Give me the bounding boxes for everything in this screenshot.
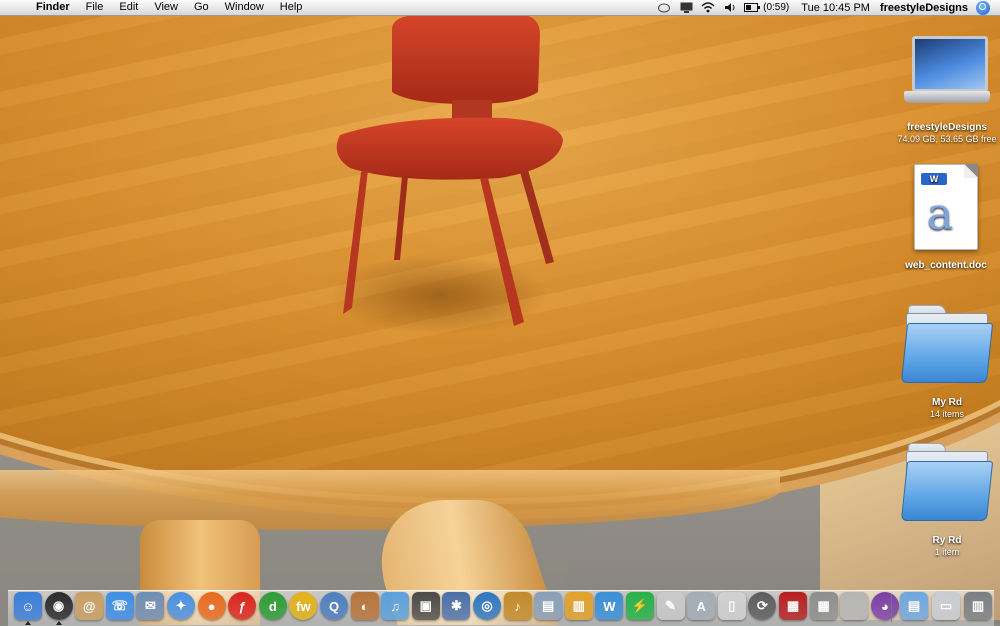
menu-app-name[interactable]: Finder	[28, 0, 78, 15]
running-indicator	[55, 621, 62, 625]
menu-window[interactable]: Window	[217, 0, 272, 15]
menu-bar: Finder File Edit View Go Window Help (0:…	[0, 0, 1000, 16]
hard-drive-icon	[904, 34, 990, 106]
textedit-icon[interactable]: ✎	[656, 592, 685, 620]
drive-name: freestyleDesigns	[906, 122, 988, 133]
idvd-icon[interactable]: ◎	[473, 592, 501, 620]
system-prefs-icon[interactable]	[840, 592, 869, 620]
iphoto-icon[interactable]: ▣	[411, 592, 440, 620]
dreamweaver-icon[interactable]: d	[258, 592, 287, 620]
menu-go[interactable]: Go	[186, 0, 217, 15]
volume-icon[interactable]	[722, 2, 738, 14]
menu-view[interactable]: View	[146, 0, 186, 15]
preview-icon[interactable]: ▤	[534, 592, 563, 620]
trash-icon[interactable]: ▥	[964, 592, 992, 620]
ipod-icon[interactable]: ▯	[717, 592, 746, 620]
menu-extras: (0:59) Tue 10:45 PM freestyleDesigns	[653, 0, 1000, 15]
downloads-stack-icon[interactable]: ▭	[932, 592, 960, 620]
imovie-icon[interactable]: ✱	[442, 592, 471, 620]
document-badge: W	[921, 173, 947, 185]
quicktime-icon[interactable]: Q	[320, 592, 348, 620]
photobooth-icon[interactable]: ▦	[779, 592, 807, 620]
menu-help[interactable]: Help	[272, 0, 311, 15]
menu-file[interactable]: File	[78, 0, 112, 15]
menu-clock[interactable]: Tue 10:45 PM	[801, 2, 870, 14]
word-document-icon: W a	[914, 164, 978, 250]
desktop-folder-item[interactable]: Ry Rd 1 item	[887, 441, 1000, 558]
folder-icon	[900, 303, 994, 383]
battery-time: (0:59)	[763, 2, 790, 13]
finder-icon[interactable]: ☺	[14, 592, 42, 620]
address-book-icon[interactable]: @	[75, 592, 104, 620]
calculator-icon[interactable]: ▦	[809, 592, 838, 620]
word-icon[interactable]: W	[595, 592, 624, 620]
running-indicator	[25, 621, 31, 625]
folder-info: 1 item	[934, 547, 960, 557]
ichat-icon[interactable]: ☏	[105, 592, 134, 620]
sync-icon[interactable]: ⟳	[748, 592, 777, 620]
fireworks-icon[interactable]: fw	[289, 592, 318, 620]
dock: ☺ ◉ @ ☏ ✉ ✦ ● ƒ d fw Q ◐ ♫ ▣ ✱ ◎ ♪ ▤ ▥ W ⚡ ✎ A ▯ ⟳ ▦ ▦ ◕ ▤ ▭ ▥	[8, 590, 994, 626]
utility-icon[interactable]: A	[687, 592, 716, 620]
folder-info: 14 items	[929, 409, 964, 419]
chat-icon[interactable]	[656, 2, 672, 14]
spotlight-search-icon[interactable]	[976, 0, 990, 15]
network-icon[interactable]: ⚡	[626, 592, 654, 620]
menu-edit[interactable]: Edit	[111, 0, 146, 15]
garageband-icon[interactable]: ♪	[503, 592, 532, 620]
desktop-wallpaper	[0, 0, 1000, 625]
scrobbler-icon[interactable]: ◕	[870, 592, 899, 620]
desktop-folder-item[interactable]: My Rd 14 items	[887, 303, 1000, 420]
itunes-icon[interactable]: ♫	[381, 592, 410, 620]
wallpaper-red-chair	[336, 15, 563, 326]
photo-icon[interactable]: ◐	[350, 592, 379, 620]
folder-name: Ry Rd	[932, 535, 962, 546]
fast-user-switch-name[interactable]: freestyleDesigns	[880, 2, 968, 14]
battery-icon[interactable]	[744, 2, 761, 14]
pages-icon[interactable]: ▥	[564, 592, 593, 620]
mail-icon[interactable]: ✉	[136, 592, 165, 620]
safari-icon[interactable]: ✦	[167, 592, 195, 620]
flash-icon[interactable]: ƒ	[228, 592, 257, 620]
folder-icon	[900, 441, 994, 521]
drive-info: 74.09 GB, 53.65 GB free	[897, 134, 997, 144]
document-glyph: a	[927, 189, 954, 240]
documents-folder-icon[interactable]: ▤	[900, 592, 928, 620]
wifi-icon[interactable]	[700, 2, 716, 14]
desktop-drive-item[interactable]: freestyleDesigns 74.09 GB, 53.65 GB free	[887, 34, 1000, 145]
firefox-icon[interactable]: ●	[197, 592, 226, 620]
dock-separator	[891, 594, 892, 622]
document-name: web_content.doc	[905, 260, 987, 271]
folder-name: My Rd	[932, 397, 962, 408]
dock-app-list: ☺ ◉ @ ☏ ✉ ✦ ● ƒ d fw Q ◐ ♫ ▣ ✱ ◎ ♪ ▤ ▥ W ⚡ ✎ A ▯ ⟳ ▦ ▦ ◕ ▤ ▭ ▥	[8, 591, 994, 626]
desktop-document-item[interactable]: W a web_content.doc	[886, 164, 1000, 272]
display-icon[interactable]	[678, 2, 694, 14]
dashboard-icon[interactable]: ◉	[44, 592, 73, 620]
